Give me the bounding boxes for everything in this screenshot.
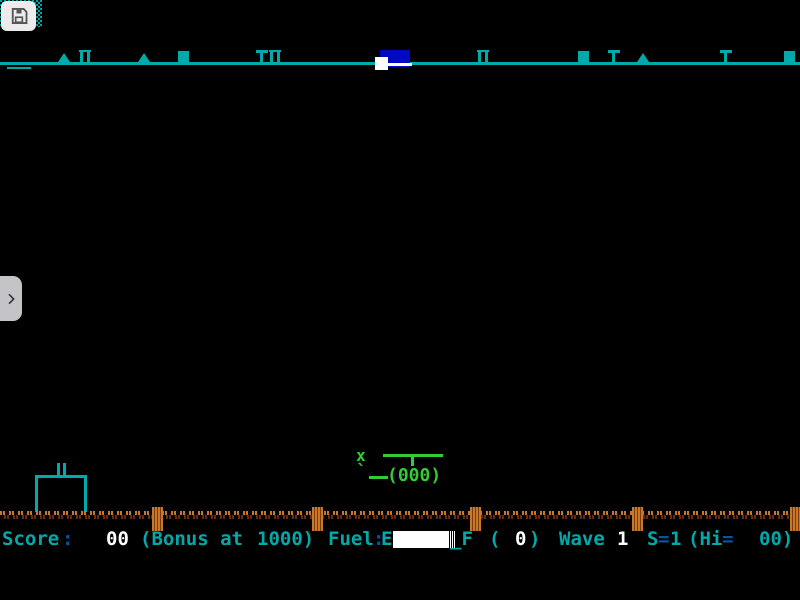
hi-value: 00)	[759, 528, 793, 550]
game-screen: x ` (000) Score : 00 (Bonus at 1000) Fue…	[0, 0, 800, 600]
minimap-tree-icon	[637, 53, 649, 62]
fuel-bar-dither	[448, 531, 456, 548]
sortie-value: 1	[670, 528, 681, 550]
passengers-open: (	[489, 528, 500, 550]
helicopter-body: (000)	[387, 465, 441, 486]
depot-wall-right	[84, 478, 87, 512]
fuel-bar-fill	[393, 531, 448, 548]
minimap-tee-icon	[256, 50, 268, 62]
score-label: Score	[2, 528, 59, 550]
minimap-tee-icon	[608, 50, 620, 62]
wave-label: Wave	[559, 528, 605, 550]
minimap-left-tick	[7, 67, 31, 69]
minimap-pillars-icon	[478, 52, 488, 62]
bonus-label: (Bonus at	[140, 528, 243, 550]
chevron-right-icon	[3, 291, 19, 307]
helicopter-tail-char: `	[356, 461, 367, 482]
fuel-gauge	[393, 531, 456, 548]
depot-roof	[35, 475, 87, 478]
depot-wall-left	[35, 478, 38, 512]
minimap-player-square	[375, 57, 388, 70]
bonus-value: 1000)	[257, 528, 314, 550]
hi-label: (Hi	[688, 528, 722, 550]
sidebar-toggle-button[interactable]	[0, 276, 22, 321]
minimap-tee-icon	[720, 50, 732, 62]
wave-value: 1	[617, 528, 628, 550]
ground-strip-shadow	[0, 515, 800, 519]
minimap-player-line	[388, 63, 412, 66]
minimap-pillars-icon	[80, 52, 90, 62]
score-value: 00	[106, 528, 129, 550]
passengers-value: 0	[515, 528, 526, 550]
passengers-close: )	[529, 528, 540, 550]
score-colon: :	[62, 528, 73, 550]
minimap-tree-icon	[138, 53, 150, 62]
helicopter-boom	[369, 476, 388, 479]
fuel-empty-mark: E	[381, 528, 392, 550]
minimap-pillars-icon	[270, 52, 280, 62]
hi-equals: =	[722, 528, 733, 550]
minimap-tree-icon	[58, 53, 70, 62]
fuel-label: Fuel	[328, 528, 374, 550]
sortie-equals: =	[658, 528, 669, 550]
sortie-label: S	[647, 528, 658, 550]
